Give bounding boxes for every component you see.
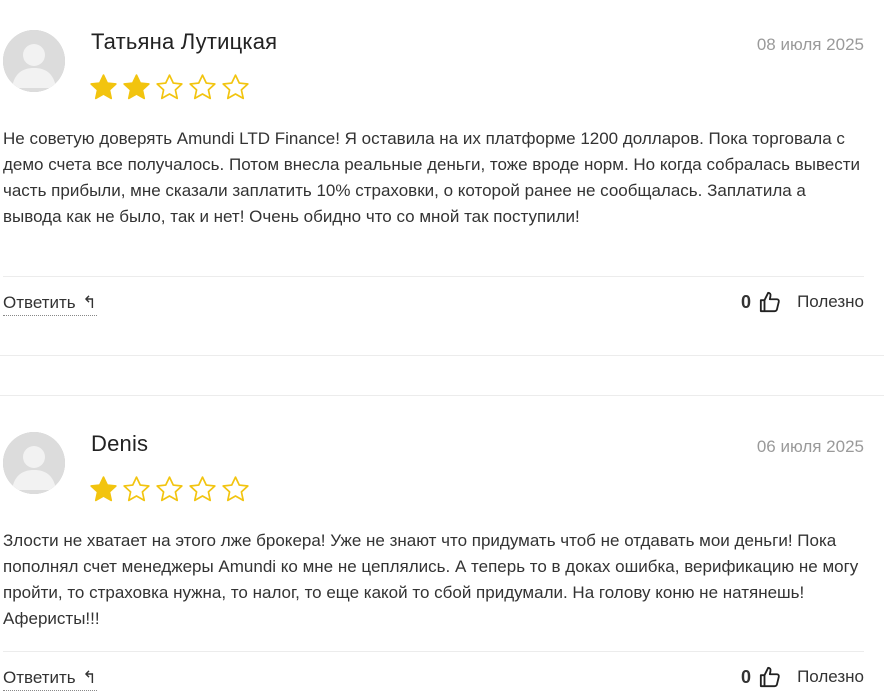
section-divider (0, 395, 884, 396)
star-icon (222, 476, 249, 502)
star-icon (156, 476, 183, 502)
reply-label: Ответить (3, 293, 76, 312)
reply-button[interactable]: Ответить ↰ (3, 293, 97, 316)
helpful-button[interactable]: Полезно (797, 292, 864, 312)
review-text: Злости не хватает на этого лже брокера! … (3, 531, 859, 628)
user-silhouette-icon (3, 432, 65, 494)
reply-arrow-icon: ↰ (82, 293, 97, 312)
star-icon (156, 74, 183, 100)
helpful-button[interactable]: Полезно (797, 667, 864, 687)
reply-arrow-icon: ↰ (82, 668, 97, 687)
star-icon (90, 74, 117, 100)
like-count: 0 (741, 291, 752, 312)
thumbs-up-icon[interactable] (759, 291, 781, 313)
vote-block: 0 Полезно (741, 291, 864, 313)
like-count: 0 (741, 666, 752, 687)
reply-label: Ответить (3, 668, 76, 687)
star-rating (89, 73, 250, 102)
review-date: 08 июля 2025 (756, 35, 864, 54)
star-rating (89, 475, 250, 504)
divider (3, 276, 864, 277)
review-author: Denis (91, 431, 149, 456)
star-icon (90, 476, 117, 502)
divider (3, 651, 864, 652)
thumbs-up-icon[interactable] (759, 666, 781, 688)
avatar (3, 30, 65, 92)
review-date: 06 июля 2025 (756, 437, 864, 456)
star-icon (189, 476, 216, 502)
reply-button[interactable]: Ответить ↰ (3, 668, 97, 691)
vote-block: 0 Полезно (741, 666, 864, 688)
star-icon (189, 74, 216, 100)
avatar (3, 432, 65, 494)
user-silhouette-icon (3, 30, 65, 92)
review-text: Не советую доверять Amundi LTD Finance! … (3, 129, 861, 226)
star-icon (123, 476, 150, 502)
section-divider (0, 355, 884, 356)
star-icon (123, 74, 150, 100)
star-icon (222, 74, 249, 100)
review-author: Татьяна Лутицкая (91, 29, 278, 54)
